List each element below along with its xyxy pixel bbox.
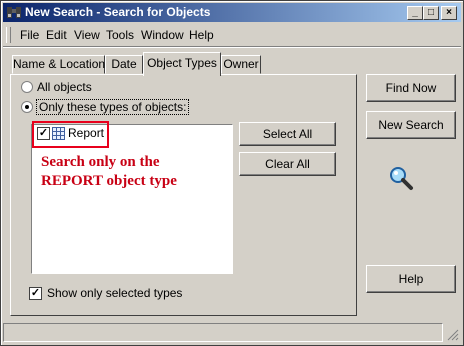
only-types-radio[interactable]: [21, 101, 33, 113]
status-bar: [3, 323, 461, 343]
tab-name-location[interactable]: Name & Location: [12, 55, 105, 74]
binoculars-icon: [7, 7, 21, 18]
all-objects-radio[interactable]: [21, 81, 33, 93]
menu-tools[interactable]: Tools: [106, 28, 134, 42]
menu-bar: File Edit View Tools Window Help: [3, 25, 461, 45]
annotation-line-1: Search only on the: [41, 154, 160, 170]
highlight-box: [32, 121, 109, 148]
annotation-text: Search only on the REPORT object type: [41, 153, 177, 191]
only-types-label[interactable]: Only these types of objects:: [35, 99, 190, 115]
menu-grip: [6, 27, 11, 43]
find-now-button[interactable]: Find Now: [366, 74, 456, 102]
help-button[interactable]: Help: [366, 265, 456, 293]
tab-date[interactable]: Date: [105, 55, 143, 74]
menu-file[interactable]: File: [20, 28, 39, 42]
resize-grip-icon[interactable]: [447, 329, 459, 341]
tab-owner[interactable]: Owner: [221, 55, 261, 74]
menu-edit[interactable]: Edit: [46, 28, 67, 42]
menu-separator: [3, 46, 461, 48]
show-selected-label[interactable]: Show only selected types: [47, 286, 182, 300]
menu-help[interactable]: Help: [189, 28, 214, 42]
menu-view[interactable]: View: [74, 28, 100, 42]
clear-all-button[interactable]: Clear All: [239, 152, 336, 176]
magnifier-icon: [390, 167, 413, 190]
window-title: New Search - Search for Objects: [25, 5, 211, 19]
search-window: New Search - Search for Objects _ □ × Fi…: [0, 0, 464, 346]
title-bar[interactable]: New Search - Search for Objects _ □ ×: [3, 3, 461, 22]
new-search-button[interactable]: New Search: [366, 111, 456, 139]
minimize-button[interactable]: _: [407, 6, 423, 20]
show-selected-checkbox[interactable]: ✓: [29, 287, 42, 300]
close-button[interactable]: ×: [441, 6, 457, 20]
select-all-button[interactable]: Select All: [239, 122, 336, 146]
status-pane: [3, 323, 443, 342]
all-objects-label[interactable]: All objects: [37, 80, 92, 94]
tab-object-types[interactable]: Object Types: [143, 52, 221, 76]
menu-window[interactable]: Window: [141, 28, 184, 42]
maximize-button[interactable]: □: [423, 6, 439, 20]
annotation-line-2: REPORT object type: [41, 173, 177, 189]
